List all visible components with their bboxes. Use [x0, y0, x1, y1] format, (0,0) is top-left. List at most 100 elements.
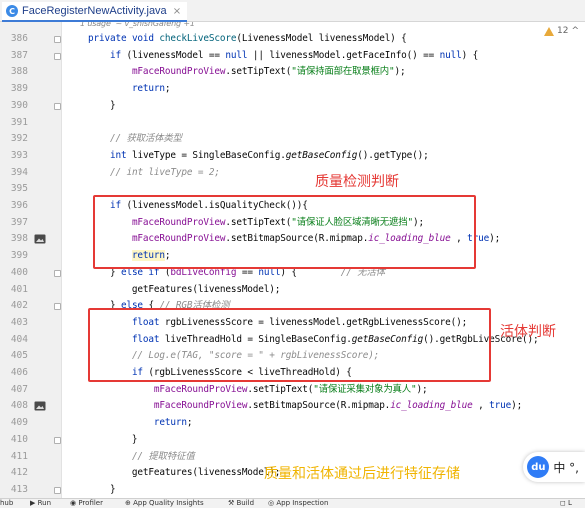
tool-window-button[interactable]: ⚒ Build: [228, 499, 254, 508]
fold-marker-icon[interactable]: [54, 36, 61, 43]
code-token: }: [66, 433, 138, 445]
code-token: mFaceRoundProView: [153, 400, 248, 412]
code-line[interactable]: // 获取活体类型: [66, 131, 585, 148]
line-number: 410: [10, 433, 28, 445]
tool-window-button[interactable]: ▶ Run: [30, 499, 51, 508]
liveness-check-box: [88, 308, 491, 382]
line-number: 399: [10, 250, 28, 262]
code-token: true: [489, 400, 512, 412]
code-token: if: [109, 49, 127, 61]
code-token: checkLiveScore: [159, 33, 237, 44]
code-editor[interactable]: 386 387 388 389 390 391 392 393 394 395 396 397 398 3…: [0, 22, 585, 498]
code-line[interactable]: }: [66, 482, 585, 498]
code-line[interactable]: mFaceRoundProView.setBitmapSource(R.mipm…: [66, 398, 585, 415]
code-line[interactable]: }: [66, 98, 585, 115]
warning-count: 12: [557, 26, 569, 36]
quality-check-box: [93, 195, 476, 269]
line-number: 404: [10, 333, 28, 345]
code-token: );: [416, 383, 428, 395]
code-token: );: [511, 400, 523, 412]
code-line[interactable]: mFaceRoundProView.setTipText("请保证采集对象为真人…: [66, 382, 585, 399]
chevron-up-icon: ^: [571, 26, 579, 36]
code-token: "请保持面部在取景框内": [291, 66, 395, 78]
code-line[interactable]: [66, 115, 585, 132]
code-line[interactable]: int liveType = SingleBaseConfig.getBaseC…: [66, 148, 585, 165]
line-number: 389: [10, 83, 28, 95]
code-token: }: [66, 483, 116, 495]
fold-marker-icon[interactable]: [54, 303, 61, 311]
code-token: (livenessModel ==: [126, 49, 226, 61]
line-number: 400: [10, 266, 28, 278]
code-token: }: [66, 99, 116, 111]
tool-window-button[interactable]: hub: [0, 499, 13, 508]
inspection-widget[interactable]: 12 ^: [544, 26, 579, 36]
code-token: int: [109, 149, 132, 161]
close-tab-icon[interactable]: ×: [173, 6, 181, 17]
file-tab-title: FaceRegisterNewActivity.java: [22, 5, 167, 17]
code-token: getBaseConfig: [285, 149, 358, 161]
line-number: 413: [10, 483, 28, 495]
input-method-text: 中 °,: [553, 460, 579, 475]
line-number: 412: [10, 467, 28, 479]
code-token: );: [394, 66, 406, 78]
line-number: 387: [10, 49, 28, 61]
line-number: 397: [10, 216, 28, 228]
tool-window-button[interactable]: ◎ App Inspection: [268, 499, 328, 508]
tool-window-button[interactable]: ◉ Profiler: [70, 499, 103, 508]
fold-marker-icon[interactable]: [54, 269, 61, 277]
editor-tab-bar: C FaceRegisterNewActivity.java ×: [0, 0, 585, 22]
image-icon[interactable]: [34, 234, 46, 244]
java-class-icon: C: [6, 5, 18, 17]
code-token: ;: [186, 417, 193, 429]
image-icon[interactable]: [34, 401, 46, 411]
code-token: liveType = SingleBaseConfig.: [131, 149, 286, 161]
code-token: .setTipText(: [225, 66, 292, 78]
code-token: private void: [87, 33, 160, 44]
line-number-gutter: 386 387 388 389 390 391 392 393 394 395 396 397 398 3…: [0, 22, 62, 498]
line-number: 411: [10, 450, 28, 462]
code-token: // 获取活体类型: [109, 133, 182, 145]
line-number: 390: [10, 99, 28, 111]
line-number: 405: [10, 350, 28, 362]
code-token: getFeatures(livenessModel);: [66, 467, 281, 479]
line-number: 393: [10, 149, 28, 161]
code-token: );: [489, 233, 501, 245]
code-line[interactable]: private void checkLiveScore(LivenessMode…: [66, 31, 585, 48]
fold-marker-icon[interactable]: [54, 102, 61, 110]
file-tab[interactable]: C FaceRegisterNewActivity.java ×: [2, 2, 188, 22]
code-token: ,: [472, 400, 490, 412]
tool-window-button[interactable]: ⊕ App Quality Insights: [125, 499, 204, 508]
code-line[interactable]: mFaceRoundProView.setTipText("请保持面部在取景框内…: [66, 64, 585, 81]
code-token: mFaceRoundProView: [153, 383, 248, 395]
code-line[interactable]: return;: [66, 81, 585, 98]
code-token: .setBitmapSource(R.mipmap.: [247, 400, 391, 412]
line-number: 406: [10, 367, 28, 378]
fold-marker-icon[interactable]: [54, 486, 61, 494]
fold-marker-icon[interactable]: [54, 52, 61, 60]
quality-check-label: 质量检测判断: [315, 174, 399, 190]
tool-window-button[interactable]: ◻ L: [560, 499, 572, 508]
code-line[interactable]: if (livenessModel == null || livenessMod…: [66, 48, 585, 65]
code-token: null: [439, 49, 462, 61]
code-line[interactable]: }: [66, 432, 585, 449]
line-number: 395: [10, 183, 28, 195]
code-line[interactable]: getFeatures(livenessModel);: [66, 282, 585, 299]
code-token: // 提取特征值: [131, 450, 195, 462]
code-token: null: [225, 49, 248, 61]
ime-floating-badge[interactable]: du 中 °,: [523, 452, 585, 482]
code-token: return: [131, 83, 165, 95]
line-number: 388: [10, 66, 28, 78]
code-token: getFeatures(livenessModel);: [66, 283, 281, 295]
code-line[interactable]: return;: [66, 415, 585, 432]
fold-marker-icon[interactable]: [54, 436, 61, 444]
line-number: 386: [10, 33, 28, 44]
line-number: 402: [10, 300, 28, 312]
